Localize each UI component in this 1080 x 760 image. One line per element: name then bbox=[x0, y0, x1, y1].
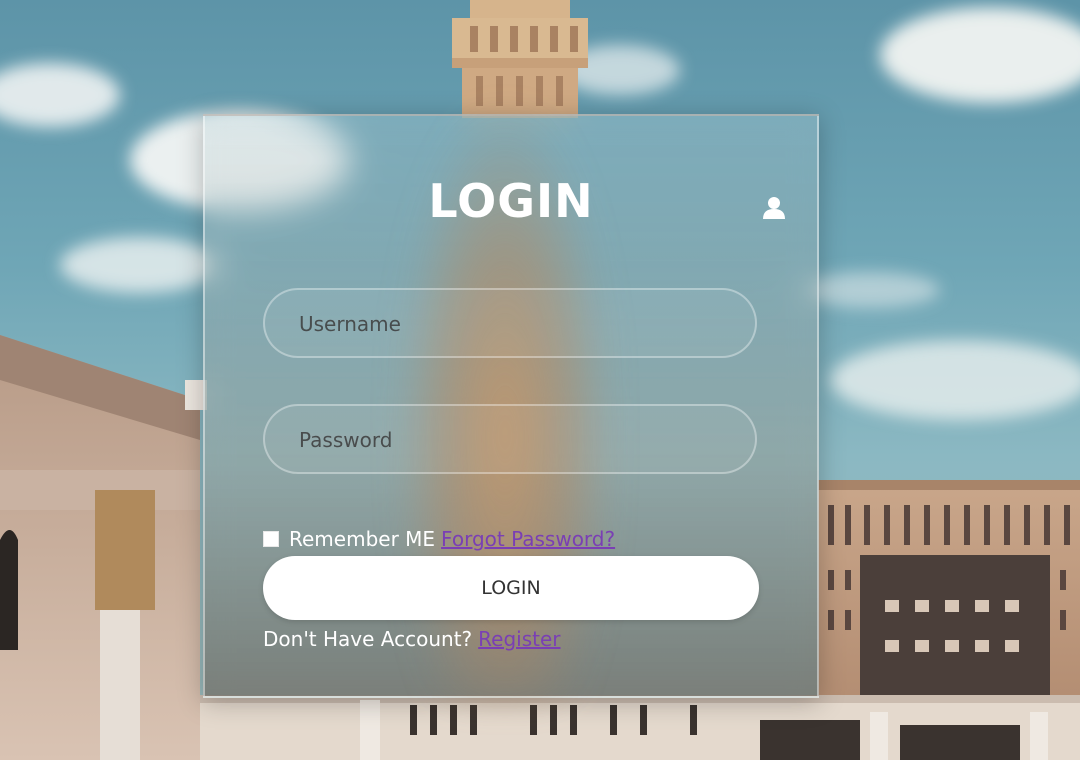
login-card: LOGIN Remember ME Forgot Password? LOGIN… bbox=[203, 114, 819, 698]
username-field[interactable] bbox=[263, 288, 757, 358]
minaret bbox=[452, 0, 588, 118]
login-title: LOGIN bbox=[428, 174, 594, 228]
password-field[interactable] bbox=[263, 404, 757, 474]
remember-row: Remember ME Forgot Password? bbox=[263, 524, 615, 554]
login-page: LOGIN Remember ME Forgot Password? LOGIN… bbox=[0, 0, 1080, 760]
right-building bbox=[818, 480, 1080, 695]
login-button[interactable]: LOGIN bbox=[263, 556, 759, 620]
remember-label: Remember ME bbox=[289, 527, 436, 551]
colonnade bbox=[200, 695, 1080, 760]
no-account-text: Don't Have Account? bbox=[263, 627, 473, 651]
user-icon bbox=[763, 197, 785, 219]
password-input[interactable] bbox=[297, 406, 731, 474]
left-building bbox=[0, 335, 207, 760]
remember-checkbox[interactable] bbox=[263, 531, 279, 547]
register-row: Don't Have Account? Register bbox=[263, 624, 561, 654]
forgot-password-link[interactable]: Forgot Password? bbox=[441, 527, 615, 551]
username-input[interactable] bbox=[297, 290, 731, 358]
register-link[interactable]: Register bbox=[478, 627, 560, 651]
